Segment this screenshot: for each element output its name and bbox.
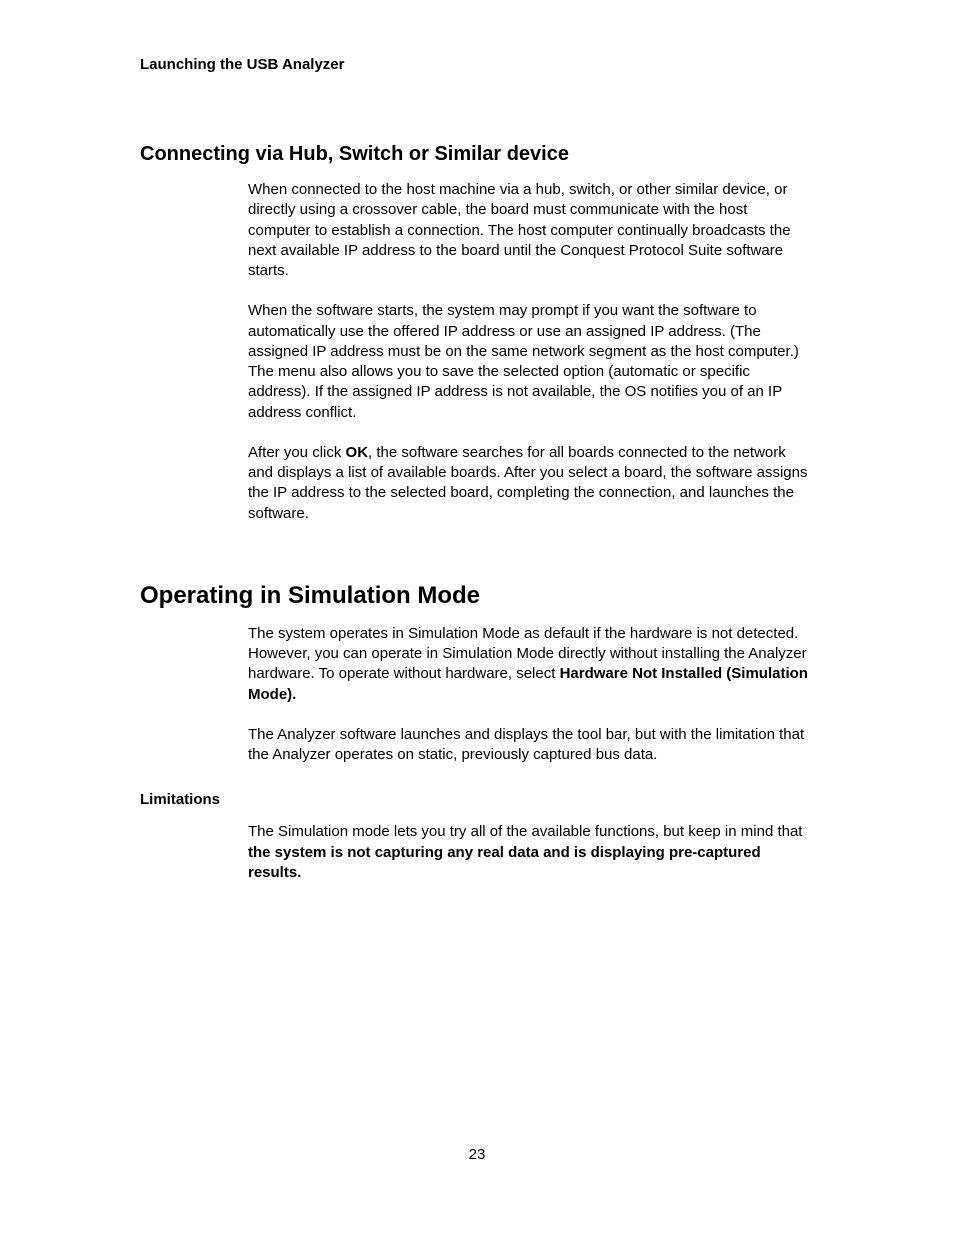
body-paragraph: When connected to the host machine via a… bbox=[248, 180, 814, 281]
page-number: 23 bbox=[0, 1146, 954, 1163]
body-paragraph: When the software starts, the system may… bbox=[248, 301, 814, 423]
body-paragraph: After you click OK, the software searche… bbox=[248, 443, 814, 524]
body-text: After you click bbox=[248, 444, 346, 461]
section-heading-connecting: Connecting via Hub, Switch or Similar de… bbox=[140, 143, 814, 166]
body-paragraph: The Simulation mode lets you try all of … bbox=[248, 822, 814, 883]
sub-heading-limitations: Limitations bbox=[140, 791, 814, 808]
running-header: Launching the USB Analyzer bbox=[140, 56, 814, 73]
section-heading-operating: Operating in Simulation Mode bbox=[140, 582, 814, 610]
bold-text: OK bbox=[346, 444, 369, 461]
body-text: The Simulation mode lets you try all of … bbox=[248, 823, 802, 840]
bold-text: the system is not capturing any real dat… bbox=[248, 844, 761, 881]
body-paragraph: The system operates in Simulation Mode a… bbox=[248, 624, 814, 705]
page-content: Launching the USB Analyzer Connecting vi… bbox=[0, 0, 954, 883]
body-paragraph: The Analyzer software launches and displ… bbox=[248, 725, 814, 766]
